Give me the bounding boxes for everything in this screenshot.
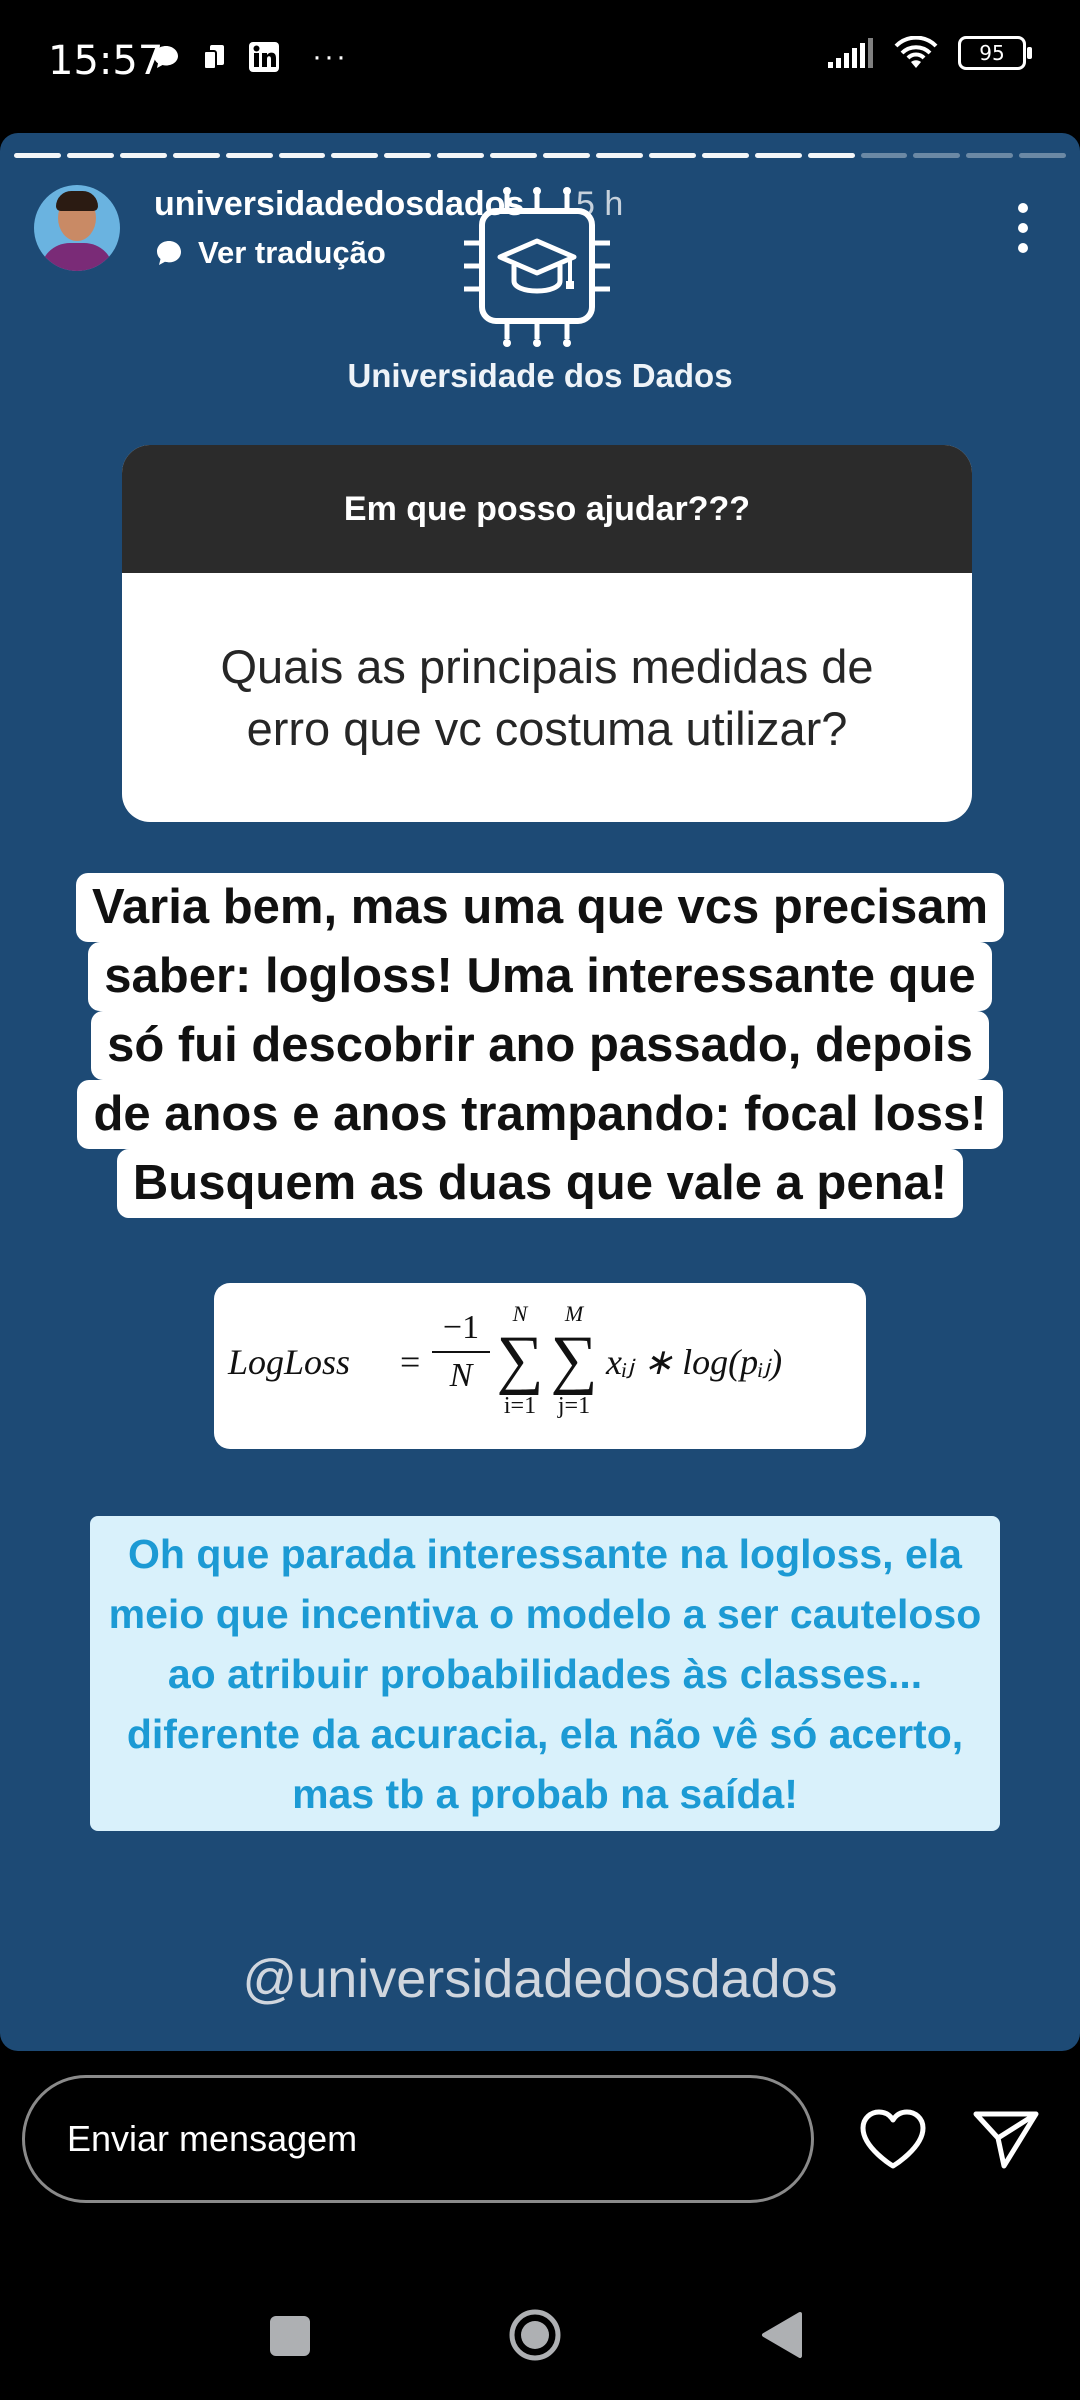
message-input[interactable]: Enviar mensagem bbox=[22, 2075, 814, 2203]
answer-line: Varia bem, mas uma que vcs precisam bbox=[75, 873, 1005, 942]
progress-segment bbox=[913, 153, 961, 158]
heart-icon[interactable] bbox=[858, 2108, 928, 2170]
formula-lhs: LogLoss bbox=[228, 1342, 351, 1382]
wifi-icon bbox=[894, 36, 938, 68]
recent-apps-button[interactable] bbox=[270, 2316, 310, 2356]
answer-line: Busquem as duas que vale a pena! bbox=[116, 1149, 964, 1218]
formula-sum-i: N ∑ i=1 bbox=[490, 1301, 550, 1420]
status-time: 15:57 bbox=[48, 38, 164, 84]
graduation-chip-logo-icon bbox=[464, 187, 610, 347]
progress-segment bbox=[966, 153, 1014, 158]
progress-segment bbox=[66, 153, 114, 158]
logloss-formula: LogLoss = −1 N N ∑ i=1 M ∑ j=1 xᵢⱼ ∗ log… bbox=[214, 1283, 866, 1449]
formula-equals: = bbox=[400, 1342, 421, 1382]
progress-segment bbox=[543, 153, 590, 158]
translate-icon bbox=[157, 241, 181, 265]
answer-line: saber: logloss! Uma interessante que bbox=[88, 942, 992, 1011]
progress-segment bbox=[437, 153, 485, 158]
question-sticker[interactable]: Em que posso ajudar??? Quais as principa… bbox=[122, 445, 972, 822]
progress-segment bbox=[860, 153, 908, 158]
logo-text: Universidade dos Dados bbox=[347, 357, 733, 394]
chat-bubble-icon bbox=[154, 46, 178, 68]
story-panel[interactable]: universidadedosdados 5 h Ver tradução Un… bbox=[0, 133, 1080, 2051]
formula-numerator: −1 bbox=[442, 1309, 480, 1346]
home-button[interactable] bbox=[508, 2308, 562, 2362]
more-options-icon[interactable] bbox=[1018, 203, 1030, 253]
progress-segment bbox=[648, 153, 696, 158]
progress-segment bbox=[331, 153, 379, 158]
story-progress-bar bbox=[14, 153, 1067, 158]
sum-i-sigma: ∑ bbox=[496, 1323, 544, 1396]
linkedin-icon bbox=[249, 42, 279, 72]
progress-segment bbox=[490, 153, 538, 158]
progress-segment bbox=[225, 153, 273, 158]
progress-segment bbox=[1019, 153, 1067, 158]
signal-icon bbox=[828, 38, 873, 68]
question-text: Quais as principais medidas de erro que … bbox=[220, 639, 874, 755]
translate-label: Ver tradução bbox=[198, 235, 386, 270]
sum-j-lower: j=1 bbox=[557, 1393, 591, 1419]
progress-segment bbox=[754, 153, 802, 158]
status-right: 95 bbox=[828, 36, 1032, 70]
answer-line: de anos e anos trampando: focal loss! bbox=[77, 1080, 1003, 1149]
sim-card-icon bbox=[203, 45, 224, 70]
more-notifications-icon: ··· bbox=[312, 40, 348, 73]
notification-icons: ··· bbox=[152, 40, 348, 74]
account-handle: @universidadedosdados bbox=[242, 1949, 838, 2009]
back-button[interactable] bbox=[760, 2310, 804, 2360]
progress-segment bbox=[14, 153, 61, 158]
question-prompt: Em que posso ajudar??? bbox=[122, 445, 972, 573]
send-icon[interactable] bbox=[970, 2108, 1040, 2170]
progress-segment bbox=[278, 153, 326, 158]
battery-icon: 95 bbox=[958, 36, 1032, 70]
progress-segment bbox=[172, 153, 220, 158]
avatar[interactable] bbox=[34, 185, 120, 271]
note-text: Oh que parada interessante na logloss, e… bbox=[90, 1516, 1000, 1831]
progress-segment bbox=[595, 153, 643, 158]
progress-segment bbox=[119, 153, 167, 158]
progress-segment bbox=[384, 153, 432, 158]
answer-text: Varia bem, mas uma que vcs precisam sabe… bbox=[0, 873, 1080, 1218]
translate-button[interactable]: Ver tradução bbox=[154, 235, 386, 271]
sum-i-lower: i=1 bbox=[503, 1393, 537, 1419]
formula-denominator: N bbox=[449, 1357, 473, 1394]
formula-fraction: −1 N bbox=[432, 1309, 490, 1395]
formula-rhs: xᵢⱼ ∗ log(pᵢⱼ) bbox=[606, 1342, 783, 1382]
message-placeholder: Enviar mensagem bbox=[67, 2118, 358, 2159]
progress-segment bbox=[807, 153, 855, 158]
sum-j-sigma: ∑ bbox=[550, 1323, 598, 1396]
formula-sum-j: M ∑ j=1 bbox=[544, 1301, 604, 1420]
progress-segment bbox=[701, 153, 749, 158]
status-bar: 15:57 ··· 95 bbox=[0, 0, 1080, 125]
answer-line: só fui descobrir ano passado, depois bbox=[91, 1011, 989, 1080]
